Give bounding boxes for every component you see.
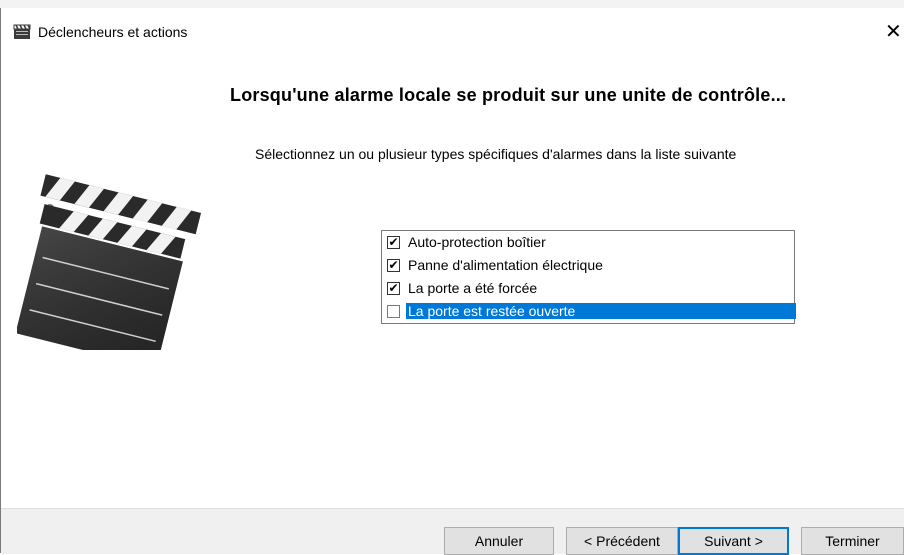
window-border xyxy=(0,8,1,553)
finish-button[interactable]: Terminer xyxy=(801,527,904,555)
list-item-door-held-open[interactable]: La porte est restée ouverte xyxy=(384,302,796,321)
window-title: Déclencheurs et actions xyxy=(38,24,188,40)
list-item-power-failure[interactable]: ✔ Panne d'alimentation électrique xyxy=(384,256,794,275)
checkbox[interactable]: ✔ xyxy=(387,236,400,249)
checkbox[interactable]: ✔ xyxy=(387,282,400,295)
previous-button[interactable]: < Précédent xyxy=(566,527,678,555)
list-item-label: La porte a été forcée xyxy=(408,280,538,296)
list-item-label: Auto-protection boîtier xyxy=(408,234,546,250)
page-heading: Lorsqu'une alarme locale se produit sur … xyxy=(230,85,787,105)
next-button[interactable]: Suivant > xyxy=(678,527,789,555)
cancel-button[interactable]: Annuler xyxy=(444,527,554,555)
clapperboard-illustration xyxy=(17,174,202,350)
checkbox[interactable] xyxy=(387,305,400,318)
clapperboard-icon xyxy=(13,24,31,39)
list-item-auto-protection[interactable]: ✔ Auto-protection boîtier xyxy=(384,233,794,252)
close-icon[interactable]: ✕ xyxy=(885,22,902,42)
title-bar[interactable]: Déclencheurs et actions ✕ xyxy=(1,8,904,56)
list-item-door-forced[interactable]: ✔ La porte a été forcée xyxy=(384,279,794,298)
list-item-label: La porte est restée ouverte xyxy=(406,303,796,319)
button-bar: Annuler < Précédent Suivant > Terminer xyxy=(1,508,904,555)
checkbox[interactable]: ✔ xyxy=(387,259,400,272)
alarm-type-list[interactable]: ✔ Auto-protection boîtier ✔ Panne d'alim… xyxy=(381,230,796,324)
instruction-text: Sélectionnez un ou plusieur types spécif… xyxy=(255,146,737,162)
list-item-label: Panne d'alimentation électrique xyxy=(408,257,603,273)
